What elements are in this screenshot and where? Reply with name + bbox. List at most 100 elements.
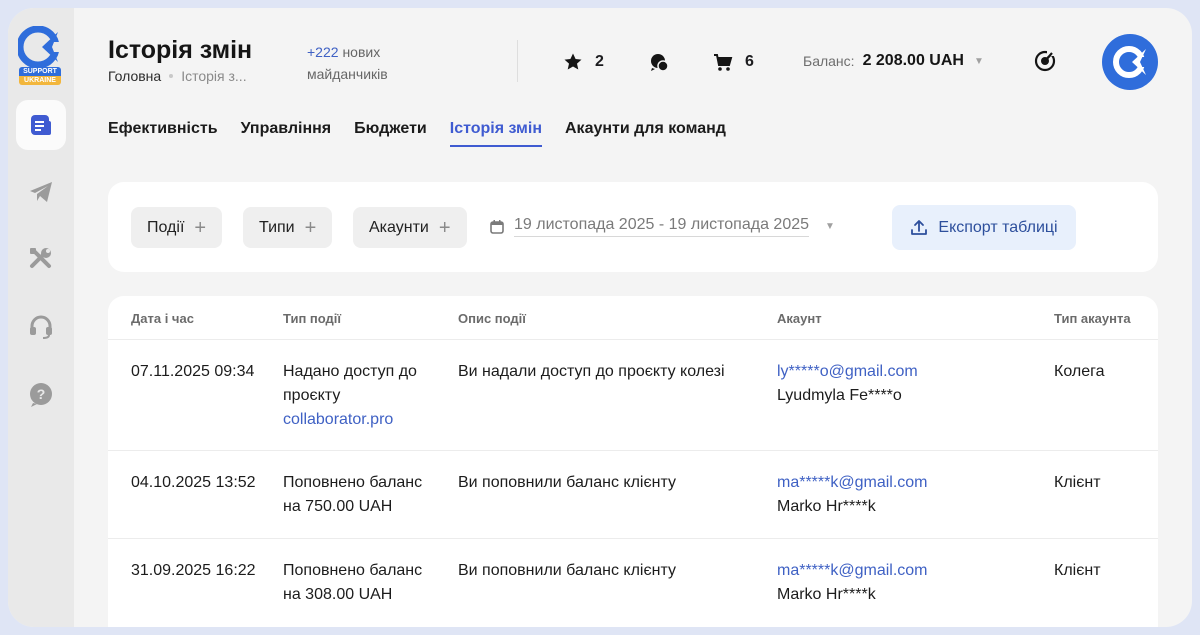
tab-change-history[interactable]: Історія змін [449,120,542,147]
accounts-filter-label: Акаунти [369,218,429,236]
new-sites-line1: нових [342,44,381,60]
breadcrumb-separator [169,74,174,78]
account-name: Marko Hr****k [777,498,876,515]
sidebar-item-documents[interactable] [16,100,66,150]
account-name: Marko Hr****k [777,586,876,603]
column-header-description[interactable]: Опис події [458,311,526,326]
event-type-line1: Поповнено баланс [283,474,423,491]
account-email-link[interactable]: ma*****k@gmail.com [777,471,928,495]
plus-icon: + [438,216,451,239]
new-sites-line2: майданчиків [307,66,388,82]
event-type-line2: проєкту [283,387,341,404]
tab-bar: Ефективність Управління Бюджети Історія … [108,120,726,147]
cell-account-type: Клієнт [1054,474,1101,491]
new-sites-count: +222 [307,44,339,60]
logo[interactable]: SUPPORT UKRAINE [16,25,62,86]
table-header: Дата і час Тип події Опис події Акаунт Т… [108,296,1158,340]
star-icon [564,53,582,70]
cell-datetime: 04.10.2025 13:52 [131,474,256,491]
project-link[interactable]: collaborator.pro [283,408,417,432]
date-range-picker[interactable]: 19 листопада 2025 - 19 листопада 2025 ▼ [490,216,835,237]
headset-icon [30,315,52,339]
support-ukraine-badge: SUPPORT UKRAINE [19,67,61,85]
column-header-datetime[interactable]: Дата і час [131,311,194,326]
plus-icon: + [304,216,317,239]
tab-management[interactable]: Управління [241,120,332,147]
sidebar-item-support[interactable] [16,302,66,352]
tab-budgets[interactable]: Бюджети [354,120,427,147]
header-divider [517,40,518,82]
cell-account: ma*****k@gmail.com Marko Hr****k [777,471,928,519]
accounts-filter-button[interactable]: Акаунти + [353,207,467,248]
calendar-icon [490,219,504,234]
favorites-button[interactable]: 2 [563,52,604,72]
cell-account: ma*****k@gmail.com Marko Hr****k [777,559,928,607]
breadcrumb-home[interactable]: Головна [108,68,161,84]
cart-icon [714,54,733,71]
cell-event-type: Поповнено баланс на 750.00 UAH [283,471,422,519]
app-window: SUPPORT UKRAINE ? Історія змін Головна І… [8,8,1192,627]
table-row: 07.11.2025 09:34 Надано доступ до проєкт… [108,340,1158,451]
types-filter-button[interactable]: Типи + [243,207,333,248]
chat-button[interactable] [649,52,669,72]
breadcrumb-current: Історія з... [181,68,247,84]
chevron-down-icon: ▼ [973,55,984,67]
event-type-line1: Поповнено баланс [283,562,423,579]
badge-bottom-text: UKRAINE [19,76,61,85]
event-type-line1: Надано доступ до [283,363,417,380]
new-sites-notice[interactable]: +222 нових майданчиків [307,41,388,85]
badge-top-text: SUPPORT [19,67,61,76]
plus-icon: + [194,216,207,239]
history-table: Дата і час Тип події Опис події Акаунт Т… [108,296,1158,627]
cell-event-type: Надано доступ до проєкту collaborator.pr… [283,360,417,432]
sidebar: SUPPORT UKRAINE ? [8,8,74,627]
account-name: Lyudmyla Fe****o [777,387,902,404]
avatar[interactable] [1102,34,1158,90]
cart-count: 6 [745,53,754,70]
account-email-link[interactable]: ly*****o@gmail.com [777,360,918,384]
filter-panel: Події + Типи + Акаунти + 19 листопада 20… [108,182,1158,272]
svg-text:?: ? [37,386,46,402]
cell-description: Ви поповнили баланс клієнту [458,562,676,579]
help-icon: ? [30,383,52,407]
tools-icon [30,248,51,268]
export-table-button[interactable]: Експорт таблиці [892,205,1076,250]
cell-description: Ви поповнили баланс клієнту [458,474,676,491]
chat-icon [651,54,669,72]
export-label: Експорт таблиці [938,218,1058,236]
tab-efficiency[interactable]: Ефективність [108,120,218,147]
column-header-event-type[interactable]: Тип події [283,311,341,326]
sidebar-item-telegram[interactable] [16,167,66,217]
cell-account: ly*****o@gmail.com Lyudmyla Fe****o [777,360,918,408]
events-filter-button[interactable]: Події + [131,207,223,248]
sidebar-item-tools[interactable] [16,234,66,284]
cell-event-type: Поповнено баланс на 308.00 UAH [283,559,422,607]
balance-label: Баланс: [803,53,855,69]
logo-icon [16,25,60,69]
event-type-line2: на 308.00 UAH [283,586,393,603]
table-row: 04.10.2025 13:52 Поповнено баланс на 750… [108,451,1158,539]
sidebar-item-help[interactable]: ? [16,370,66,420]
account-email-link[interactable]: ma*****k@gmail.com [777,559,928,583]
cell-account-type: Колега [1054,363,1105,380]
column-header-account[interactable]: Акаунт [777,311,822,326]
table-row: 31.09.2025 16:22 Поповнено баланс на 308… [108,539,1158,627]
document-icon [31,115,51,135]
event-type-line2: на 750.00 UAH [283,498,393,515]
telegram-icon [30,182,52,202]
cell-description: Ви надали доступ до проєкту колезі [458,363,725,380]
balance-dropdown[interactable]: Баланс: 2 208.00 UAH ▼ [803,52,984,70]
page-title: Історія змін [108,36,253,64]
balance-value: 2 208.00 UAH [862,52,964,69]
favorites-count: 2 [595,53,604,70]
radar-icon[interactable] [1033,49,1057,73]
cell-datetime: 31.09.2025 16:22 [131,562,256,579]
column-header-account-type[interactable]: Тип акаунта [1054,311,1131,326]
upload-icon [911,219,928,235]
cell-datetime: 07.11.2025 09:34 [131,363,255,380]
chevron-down-icon: ▼ [825,221,835,232]
date-range-value: 19 листопада 2025 - 19 листопада 2025 [514,216,810,237]
cart-button[interactable]: 6 [713,52,754,72]
tab-team-accounts[interactable]: Акаунти для команд [565,120,726,147]
brand-logo-icon [1113,46,1147,78]
